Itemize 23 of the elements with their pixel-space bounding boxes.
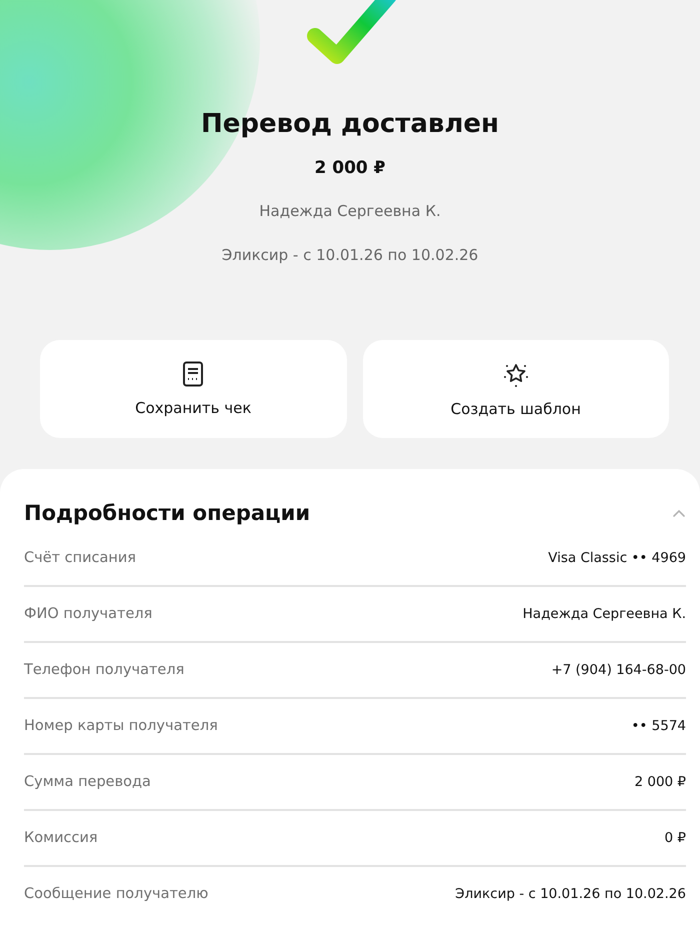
status-title: Перевод доставлен: [201, 108, 499, 141]
detail-label: Комиссия: [24, 830, 98, 846]
receipt-icon: [181, 361, 206, 387]
detail-value: 2 000 ₽: [634, 774, 686, 790]
detail-label: Сумма перевода: [24, 774, 151, 790]
detail-value: Эликсир - с 10.01.26 по 10.02.26: [455, 886, 686, 902]
detail-label: Сообщение получателю: [24, 886, 208, 902]
detail-value: •• 5574: [631, 718, 686, 734]
amount-text: 2 000 ₽: [314, 158, 386, 178]
detail-value: 0 ₽: [664, 830, 686, 846]
section-title: Подробности операции: [24, 501, 310, 525]
create-template-button[interactable]: Создать шаблон: [362, 340, 669, 438]
chevron-icon[interactable]: [672, 508, 686, 518]
detail-label: Счёт списания: [24, 550, 136, 566]
detail-label: Телефон получателя: [24, 662, 184, 678]
detail-value: +7 (904) 164-68-00: [551, 662, 686, 678]
message-text: Эликсир - с 10.01.26 по 10.02.26: [222, 246, 478, 264]
detail-label: ФИО получателя: [24, 606, 152, 622]
recipient-name: Надежда Сергеевна К.: [259, 202, 441, 220]
save-receipt-button[interactable]: Сохранить чек: [40, 340, 346, 438]
detail-label: Номер карты получателя: [24, 718, 218, 734]
detail-value: Visa Classic •• 4969: [548, 550, 686, 566]
detail-value: Надежда Сергеевна К.: [522, 606, 686, 622]
